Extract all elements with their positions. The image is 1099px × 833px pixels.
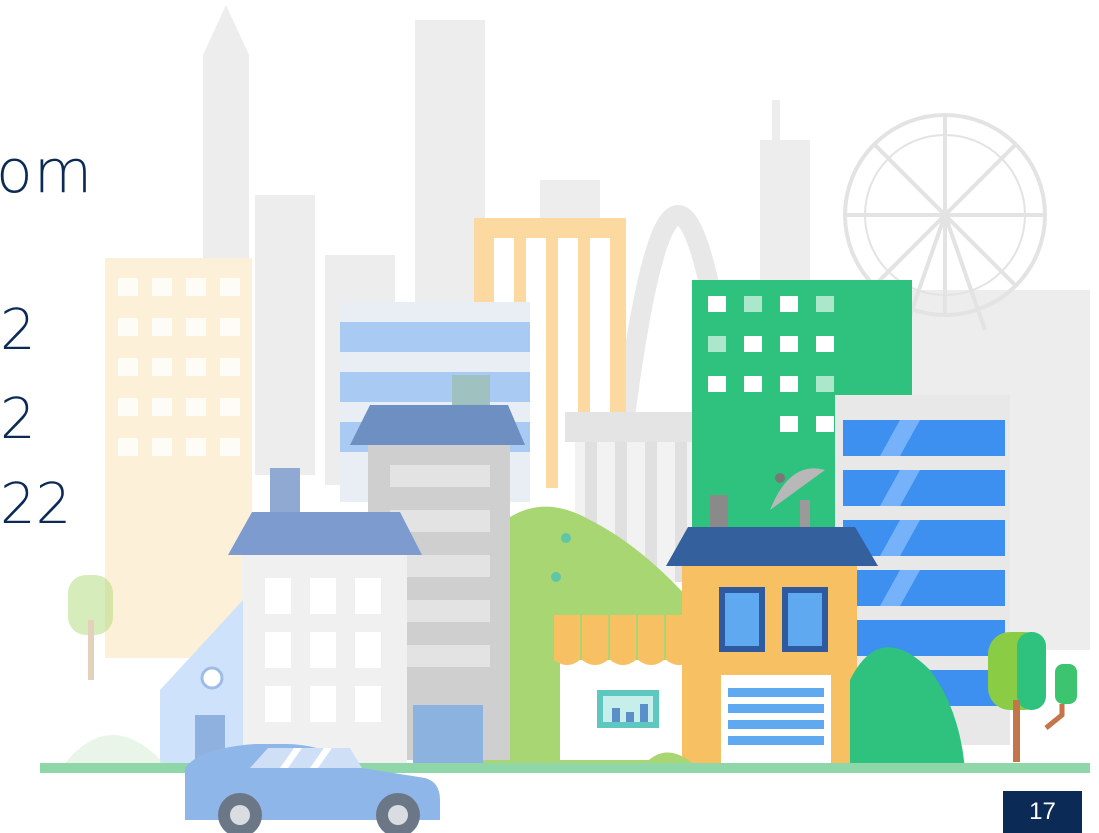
- orange-building-left: [105, 258, 252, 658]
- tower-left-2: [255, 195, 315, 475]
- slide-heading-fragment: om: [0, 137, 94, 207]
- slide-line-1: 2: [0, 298, 36, 363]
- white-house: [228, 468, 422, 765]
- city-illustration: [40, 5, 1090, 833]
- slide-line-2: 2: [0, 387, 36, 452]
- page-number: 17: [1029, 798, 1056, 825]
- page-number-badge: 17: [1003, 791, 1082, 833]
- shop: [554, 615, 692, 760]
- slide-line-3: 22: [0, 472, 72, 537]
- hill-dot: [561, 533, 571, 543]
- tower-left-spire: [203, 5, 249, 55]
- orange-house: [666, 495, 878, 765]
- faded-tree: [68, 575, 113, 680]
- tower-right-spire: [772, 100, 780, 140]
- hill-dot: [551, 572, 561, 582]
